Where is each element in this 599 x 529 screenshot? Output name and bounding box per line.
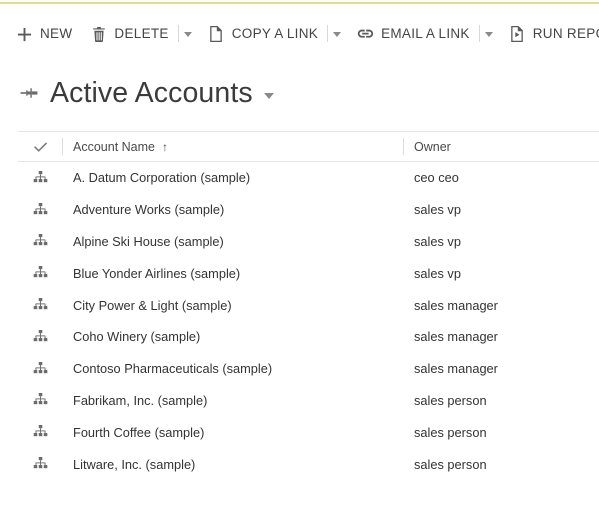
grid-body: A. Datum Corporation (sample) ceo ceo Ad…: [18, 162, 599, 480]
table-row[interactable]: Contoso Pharmaceuticals (sample) sales m…: [18, 353, 599, 385]
view-selector-chevron-down-icon[interactable]: [264, 93, 274, 99]
cell-owner: sales vp: [403, 202, 599, 217]
copy-a-link-split-button[interactable]: [327, 17, 348, 51]
chain-link-icon: [357, 26, 374, 43]
cell-owner: sales person: [403, 425, 599, 440]
account-hierarchy-icon: [18, 425, 62, 439]
email-a-link-button-label: EMAIL A LINK: [381, 27, 470, 41]
pin-icon[interactable]: [16, 80, 42, 106]
plus-icon: [16, 26, 33, 43]
cell-owner: sales person: [403, 457, 599, 472]
cell-owner: sales manager: [403, 298, 599, 313]
email-a-link-split-button[interactable]: [479, 17, 500, 51]
view-header: Active Accounts: [0, 72, 274, 114]
cell-owner: sales person: [403, 393, 599, 408]
account-hierarchy-icon: [18, 457, 62, 471]
sort-ascending-icon: ↑: [162, 141, 168, 153]
table-row[interactable]: Coho Winery (sample) sales manager: [18, 321, 599, 353]
new-button-label: NEW: [40, 27, 72, 41]
table-row[interactable]: Alpine Ski House (sample) sales vp: [18, 226, 599, 258]
cell-owner: sales manager: [403, 361, 599, 376]
new-button[interactable]: NEW: [0, 17, 81, 51]
cell-account-name[interactable]: Litware, Inc. (sample): [62, 457, 403, 472]
report-play-icon: [509, 26, 526, 43]
copy-a-link-button[interactable]: COPY A LINK: [199, 17, 327, 51]
cell-account-name[interactable]: Adventure Works (sample): [62, 202, 403, 217]
cell-owner: sales manager: [403, 329, 599, 344]
delete-button[interactable]: DELETE: [81, 17, 177, 51]
select-all-checkbox[interactable]: [18, 141, 62, 153]
table-row[interactable]: A. Datum Corporation (sample) ceo ceo: [18, 162, 599, 194]
cell-account-name[interactable]: Coho Winery (sample): [62, 329, 403, 344]
table-row[interactable]: Blue Yonder Airlines (sample) sales vp: [18, 257, 599, 289]
cell-owner: sales vp: [403, 266, 599, 281]
accounts-grid: Account Name ↑ Owner A. Datum Corporatio: [18, 131, 599, 480]
account-hierarchy-icon: [18, 330, 62, 344]
table-row[interactable]: Adventure Works (sample) sales vp: [18, 194, 599, 226]
account-hierarchy-icon: [18, 298, 62, 312]
copy-a-link-button-label: COPY A LINK: [232, 27, 318, 41]
account-hierarchy-icon: [18, 266, 62, 280]
chevron-down-icon: [184, 32, 192, 37]
table-row[interactable]: Litware, Inc. (sample) sales person: [18, 448, 599, 480]
cell-account-name[interactable]: City Power & Light (sample): [62, 298, 403, 313]
top-accent-line: [0, 2, 599, 4]
trash-icon: [90, 26, 107, 43]
account-hierarchy-icon: [18, 362, 62, 376]
account-hierarchy-icon: [18, 171, 62, 185]
delete-split-button[interactable]: [178, 17, 199, 51]
run-report-button[interactable]: RUN REPORT: [500, 17, 599, 51]
cell-account-name[interactable]: Fourth Coffee (sample): [62, 425, 403, 440]
document-icon: [208, 26, 225, 43]
cell-account-name[interactable]: Blue Yonder Airlines (sample): [62, 266, 403, 281]
column-header-owner[interactable]: Owner: [403, 132, 599, 161]
email-a-link-button[interactable]: EMAIL A LINK: [348, 17, 479, 51]
chevron-down-icon: [333, 32, 341, 37]
account-hierarchy-icon: [18, 234, 62, 248]
cell-owner: ceo ceo: [403, 170, 599, 185]
run-report-button-label: RUN REPORT: [533, 27, 599, 41]
column-header-account-name-label: Account Name: [73, 140, 155, 154]
column-header-owner-label: Owner: [414, 140, 451, 154]
table-row[interactable]: City Power & Light (sample) sales manage…: [18, 289, 599, 321]
cell-account-name[interactable]: Fabrikam, Inc. (sample): [62, 393, 403, 408]
cell-account-name[interactable]: Alpine Ski House (sample): [62, 234, 403, 249]
table-row[interactable]: Fabrikam, Inc. (sample) sales person: [18, 385, 599, 417]
column-header-account-name[interactable]: Account Name ↑: [62, 132, 403, 161]
crm-account-list-view: NEW DELETE COPY A LINK: [0, 0, 599, 529]
page-title: Active Accounts: [50, 79, 253, 108]
command-bar: NEW DELETE COPY A LINK: [0, 14, 599, 54]
table-row[interactable]: Fourth Coffee (sample) sales person: [18, 416, 599, 448]
grid-header-row: Account Name ↑ Owner: [18, 131, 599, 162]
cell-owner: sales vp: [403, 234, 599, 249]
delete-button-label: DELETE: [114, 27, 168, 41]
cell-account-name[interactable]: Contoso Pharmaceuticals (sample): [62, 361, 403, 376]
cell-account-name[interactable]: A. Datum Corporation (sample): [62, 170, 403, 185]
chevron-down-icon: [485, 32, 493, 37]
account-hierarchy-icon: [18, 203, 62, 217]
account-hierarchy-icon: [18, 393, 62, 407]
